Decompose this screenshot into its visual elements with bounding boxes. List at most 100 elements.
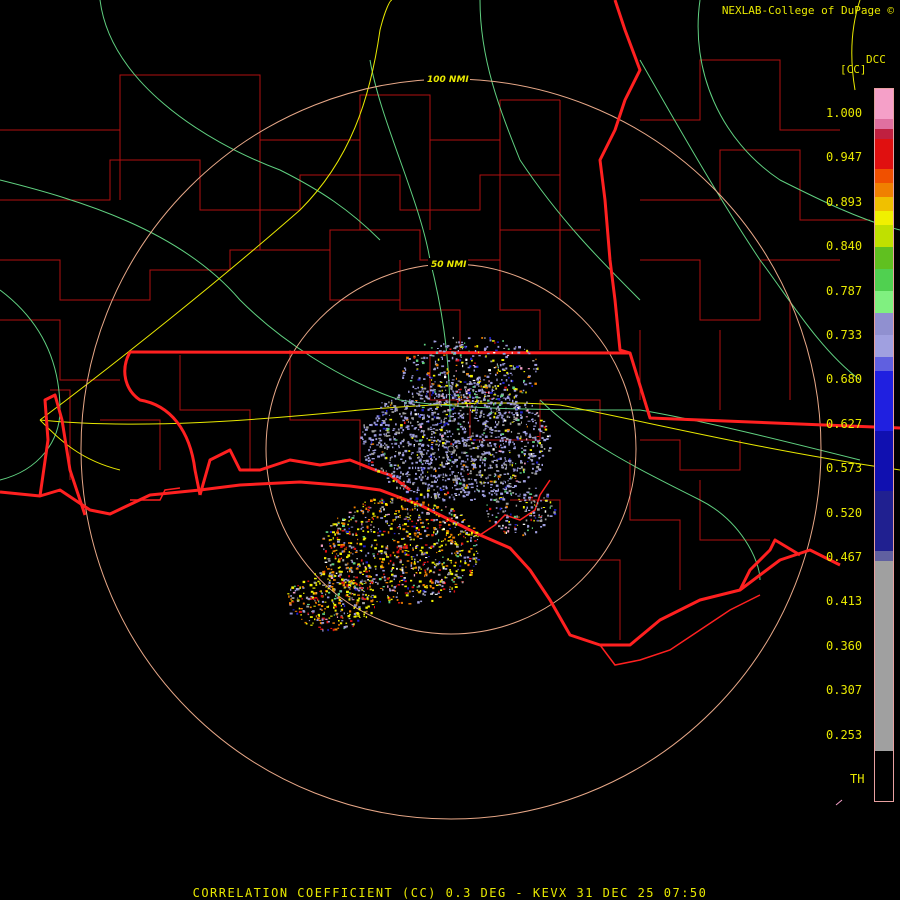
echo-pixel xyxy=(434,593,438,595)
echo-pixel xyxy=(339,590,342,593)
echo-pixel xyxy=(454,526,456,528)
echo-pixel xyxy=(416,454,419,456)
echo-pixel xyxy=(378,437,381,440)
echo-pixel xyxy=(370,546,372,548)
echo-pixel xyxy=(399,487,401,490)
echo-pixel xyxy=(457,402,459,405)
echo-pixel xyxy=(332,531,335,534)
echo-pixel xyxy=(317,613,320,616)
echo-pixel xyxy=(527,368,530,370)
echo-pixel xyxy=(494,444,496,447)
echo-pixel xyxy=(527,376,531,378)
legend-tick-label: 0.787 xyxy=(826,283,863,298)
echo-pixel xyxy=(488,369,491,372)
echo-pixel xyxy=(408,466,411,470)
echo-pixel xyxy=(538,468,542,471)
echo-pixel xyxy=(384,412,388,415)
echo-pixel xyxy=(498,450,502,452)
echo-pixel xyxy=(403,438,405,442)
echo-pixel xyxy=(459,388,462,391)
echo-pixel xyxy=(473,417,476,419)
echo-pixel xyxy=(412,556,415,558)
echo-pixel xyxy=(458,432,460,435)
echo-pixel xyxy=(491,514,494,516)
echo-pixel xyxy=(542,432,545,434)
echo-pixel xyxy=(359,571,362,573)
echo-pixel xyxy=(502,363,505,366)
echo-pixel xyxy=(345,546,348,548)
echo-pixel xyxy=(360,559,363,562)
echo-pixel xyxy=(360,436,363,439)
echo-pixel xyxy=(362,438,364,441)
echo-pixel xyxy=(483,459,486,462)
echo-pixel xyxy=(403,537,406,540)
echo-pixel xyxy=(385,444,388,446)
echo-pixel xyxy=(461,428,465,431)
echo-pixel xyxy=(494,412,497,415)
echo-pixel xyxy=(467,396,470,398)
echo-pixel xyxy=(380,406,383,409)
echo-pixel xyxy=(435,408,438,410)
echo-pixel xyxy=(506,415,509,418)
echo-pixel xyxy=(454,449,456,452)
echo-pixel xyxy=(422,449,426,451)
echo-pixel xyxy=(449,570,452,573)
echo-pixel xyxy=(524,445,527,447)
echo-pixel xyxy=(372,553,375,555)
echo-pixel xyxy=(384,503,388,506)
echo-pixel xyxy=(424,482,427,485)
echo-pixel xyxy=(492,340,495,342)
echo-pixel xyxy=(371,438,375,441)
echo-pixel xyxy=(380,498,383,500)
state-borders xyxy=(0,0,900,647)
echo-pixel xyxy=(477,447,479,450)
echo-pixel xyxy=(446,559,449,561)
echo-pixel xyxy=(435,514,438,516)
echo-pixel xyxy=(497,430,501,432)
echo-pixel xyxy=(403,487,405,490)
echo-pixel xyxy=(363,611,366,613)
echo-pixel xyxy=(445,453,448,456)
echo-pixel xyxy=(416,405,418,408)
echo-pixel xyxy=(495,387,497,390)
echo-pixel xyxy=(406,535,410,538)
echo-pixel xyxy=(507,480,509,482)
echo-pixel xyxy=(400,471,402,474)
echo-pixel xyxy=(479,380,481,383)
echo-pixel xyxy=(396,480,398,483)
echo-pixel xyxy=(512,492,515,494)
echo-pixel xyxy=(518,516,520,518)
echo-pixel xyxy=(441,464,444,467)
echo-pixel xyxy=(494,492,496,494)
echo-pixel xyxy=(429,385,433,388)
echo-pixel xyxy=(473,438,476,441)
echo-pixel xyxy=(470,374,473,378)
echo-pixel xyxy=(479,481,482,483)
echo-pixel xyxy=(384,452,386,455)
echo-pixel xyxy=(492,386,494,389)
echo-pixel xyxy=(494,402,497,405)
echo-pixel xyxy=(468,350,470,352)
echo-pixel xyxy=(424,475,426,477)
echo-pixel xyxy=(467,473,469,475)
echo-pixel xyxy=(322,570,325,574)
echo-pixel xyxy=(456,552,459,554)
echo-pixel xyxy=(362,536,366,538)
echo-pixel xyxy=(405,359,407,362)
echo-pixel xyxy=(490,410,492,413)
echo-pixel xyxy=(469,381,471,383)
echo-pixel xyxy=(436,486,438,488)
echo-pixel xyxy=(467,478,471,480)
echo-pixel xyxy=(495,490,498,492)
echo-pixel xyxy=(375,434,377,436)
echo-pixel xyxy=(544,428,548,431)
echo-pixel xyxy=(372,515,376,517)
echo-pixel xyxy=(517,432,521,435)
echo-pixel xyxy=(454,493,457,495)
echo-pixel xyxy=(473,545,476,547)
echo-pixel xyxy=(294,610,298,612)
echo-pixel xyxy=(408,603,412,605)
echo-pixel xyxy=(479,465,481,468)
echo-pixel xyxy=(422,417,425,420)
echo-pixel xyxy=(426,357,428,359)
